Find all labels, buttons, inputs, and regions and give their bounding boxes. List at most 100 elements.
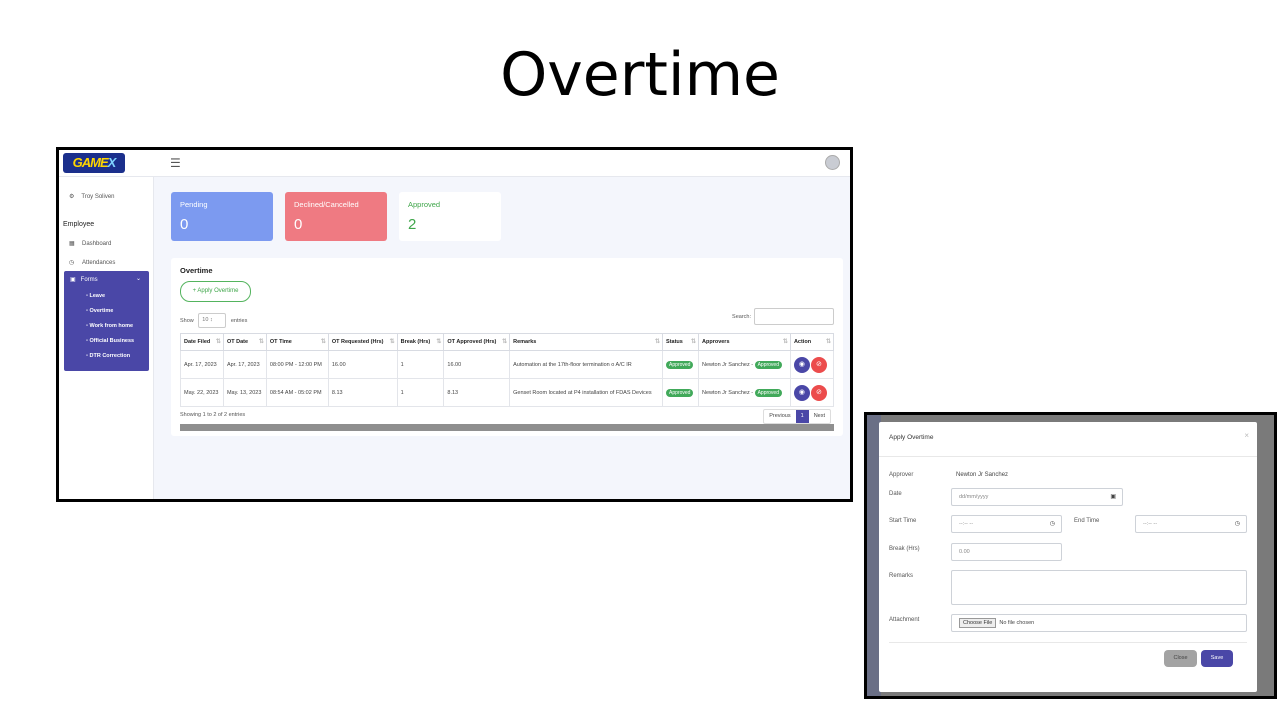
entries-label: entries bbox=[230, 317, 248, 324]
approver-name: Newton Jr Sanchez - bbox=[702, 361, 754, 368]
apply-overtime-button[interactable]: + Apply Overtime bbox=[180, 281, 251, 302]
pending-card: Pending 0 bbox=[171, 192, 273, 241]
clock-icon[interactable]: ◷ bbox=[1050, 516, 1055, 532]
next-button[interactable]: Next bbox=[809, 410, 830, 423]
sidebar-sub-overtime[interactable]: ▫ Overtime bbox=[86, 308, 113, 314]
top-bar: GAMEX ☰ bbox=[59, 150, 850, 177]
avatar[interactable] bbox=[825, 155, 840, 170]
status-badge: Approved bbox=[666, 360, 694, 369]
approver-value: Newton Jr Sanchez bbox=[956, 472, 1009, 478]
card-value: 0 bbox=[180, 216, 189, 233]
hamburger-icon[interactable]: ☰ bbox=[170, 156, 181, 170]
modal-title: Apply Overtime bbox=[889, 434, 934, 441]
cell-break: 1 bbox=[396, 350, 445, 379]
close-button[interactable]: Close bbox=[1164, 650, 1197, 667]
eye-icon[interactable]: ◉ bbox=[793, 356, 810, 373]
clock-icon[interactable]: ◷ bbox=[1235, 516, 1240, 532]
cell-status: Approved bbox=[662, 378, 699, 407]
sidebar-item-label: Dashboard bbox=[82, 241, 112, 247]
card-label: Pending bbox=[180, 200, 208, 209]
col-date-filed[interactable]: Date Filed bbox=[180, 333, 224, 351]
end-time-placeholder: --:-- -- bbox=[1143, 521, 1158, 527]
approved-card: Approved 2 bbox=[399, 192, 501, 241]
cell-ot-approved: 16.00 bbox=[443, 350, 511, 379]
col-ot-time[interactable]: OT Time bbox=[265, 333, 329, 351]
col-ot-requested[interactable]: OT Requested (Hrs) bbox=[327, 333, 398, 351]
search-input[interactable] bbox=[754, 308, 834, 325]
approver-status-badge: Approved bbox=[754, 360, 782, 369]
end-time-input[interactable]: --:-- -- ◷ bbox=[1135, 515, 1247, 533]
user-name: Troy Soliven bbox=[81, 194, 115, 200]
page-1-button[interactable]: 1 bbox=[795, 410, 809, 423]
sidebar-sub-dtr-correction[interactable]: ▫ DTR Correction bbox=[86, 353, 130, 359]
cell-ot-time: 08:00 PM - 12:00 PM bbox=[265, 350, 329, 379]
declined-card: Declined/Cancelled 0 bbox=[285, 192, 387, 241]
end-time-label: End Time bbox=[1074, 518, 1100, 524]
status-badge: Approved bbox=[666, 388, 694, 397]
overtime-table: Date Filed OT Date OT Time OT Requested … bbox=[180, 333, 835, 407]
horizontal-scrollbar[interactable] bbox=[180, 424, 834, 431]
date-label: Date bbox=[889, 491, 902, 497]
attachment-label: Attachment bbox=[889, 617, 920, 623]
cell-approvers: Newton Jr Sanchez - Approved bbox=[698, 378, 791, 407]
app-screenshot: GAMEX ☰ ⚙ Troy Soliven Employee ▦ Dashboar… bbox=[56, 147, 853, 502]
cell-status: Approved bbox=[662, 350, 699, 379]
cell-date-filed: Apr. 17, 2023 bbox=[180, 350, 224, 379]
cell-ot-requested: 16.00 bbox=[327, 350, 398, 379]
approver-status-badge: Approved bbox=[754, 388, 782, 397]
start-time-input[interactable]: --:-- -- ◷ bbox=[951, 515, 1062, 533]
attachment-input[interactable]: Choose File No file chosen bbox=[951, 614, 1247, 632]
chevron-down-icon: ⌄ bbox=[135, 276, 141, 282]
table-info: Showing 1 to 2 of 2 entries bbox=[180, 412, 246, 418]
col-action[interactable]: Action bbox=[789, 333, 835, 351]
col-status[interactable]: Status bbox=[662, 333, 699, 351]
save-button[interactable]: Save bbox=[1201, 650, 1233, 667]
cell-approvers: Newton Jr Sanchez - Approved bbox=[698, 350, 791, 379]
cell-action: ◉ ⊘ bbox=[789, 378, 835, 407]
entries-select[interactable]: 10 ↕ bbox=[198, 313, 227, 328]
date-input[interactable]: dd/mm/yyyy ▣ bbox=[951, 488, 1123, 506]
clock-icon: ◷ bbox=[69, 260, 75, 266]
pagination: Previous 1 Next bbox=[763, 409, 831, 424]
close-icon[interactable]: × bbox=[1244, 431, 1249, 440]
cancel-icon[interactable]: ⊘ bbox=[810, 384, 827, 401]
card-label: Approved bbox=[408, 200, 441, 209]
col-remarks[interactable]: Remarks bbox=[509, 333, 664, 351]
choose-file-button[interactable]: Choose File bbox=[959, 618, 997, 628]
card-label: Declined/Cancelled bbox=[294, 200, 359, 209]
calendar-icon[interactable]: ▣ bbox=[1110, 489, 1116, 505]
cell-date-filed: May. 22, 2023 bbox=[180, 378, 224, 407]
sidebar-item-dashboard[interactable]: ▦ Dashboard bbox=[69, 240, 111, 247]
sidebar-sub-work-from-home[interactable]: ▫ Work from home bbox=[86, 323, 133, 329]
date-placeholder: dd/mm/yyyy bbox=[959, 494, 989, 500]
cell-ot-date: Apr. 17, 2023 bbox=[222, 350, 267, 379]
col-ot-approved[interactable]: OT Approved (Hrs) bbox=[443, 333, 511, 351]
sidebar-item-attendances[interactable]: ◷ Attendances bbox=[69, 259, 115, 266]
cell-ot-requested: 8.13 bbox=[327, 378, 398, 407]
sidebar-item-label: Attendances bbox=[82, 260, 116, 266]
col-ot-date[interactable]: OT Date bbox=[222, 333, 267, 351]
break-input[interactable]: 0.00 bbox=[951, 543, 1062, 561]
cell-remarks: Automation at the 17th-floor termination… bbox=[509, 350, 664, 379]
remarks-textarea[interactable] bbox=[951, 570, 1247, 605]
sidebar-sub-leave[interactable]: ▫ Leave bbox=[86, 293, 105, 299]
card-value: 0 bbox=[294, 216, 303, 233]
cell-ot-date: May. 13, 2023 bbox=[222, 378, 267, 407]
panel-title: Overtime bbox=[180, 266, 213, 275]
prev-button[interactable]: Previous bbox=[764, 410, 795, 423]
col-break[interactable]: Break (Hrs) bbox=[396, 333, 445, 351]
sidebar-sub-official-business[interactable]: ▫ Official Business bbox=[86, 338, 134, 344]
search-label: Search: bbox=[732, 313, 751, 320]
sidebar-user[interactable]: ⚙ Troy Soliven bbox=[69, 193, 115, 200]
eye-icon[interactable]: ◉ bbox=[793, 384, 810, 401]
apply-overtime-modal: Apply Overtime × Approver Newton Jr Sanc… bbox=[879, 422, 1257, 692]
sidebar-item-forms[interactable]: ▣ Forms ⌄ ▫ Leave ▫ Overtime ▫ Work from … bbox=[64, 271, 149, 371]
approver-name: Newton Jr Sanchez - bbox=[702, 389, 754, 396]
break-label: Break (Hrs) bbox=[889, 546, 920, 552]
show-label: Show bbox=[180, 317, 194, 324]
start-time-label: Start Time bbox=[889, 518, 917, 524]
approver-label: Approver bbox=[889, 472, 914, 478]
col-approvers[interactable]: Approvers bbox=[698, 333, 791, 351]
cancel-icon[interactable]: ⊘ bbox=[810, 356, 827, 373]
section-label: Employee bbox=[63, 221, 95, 228]
